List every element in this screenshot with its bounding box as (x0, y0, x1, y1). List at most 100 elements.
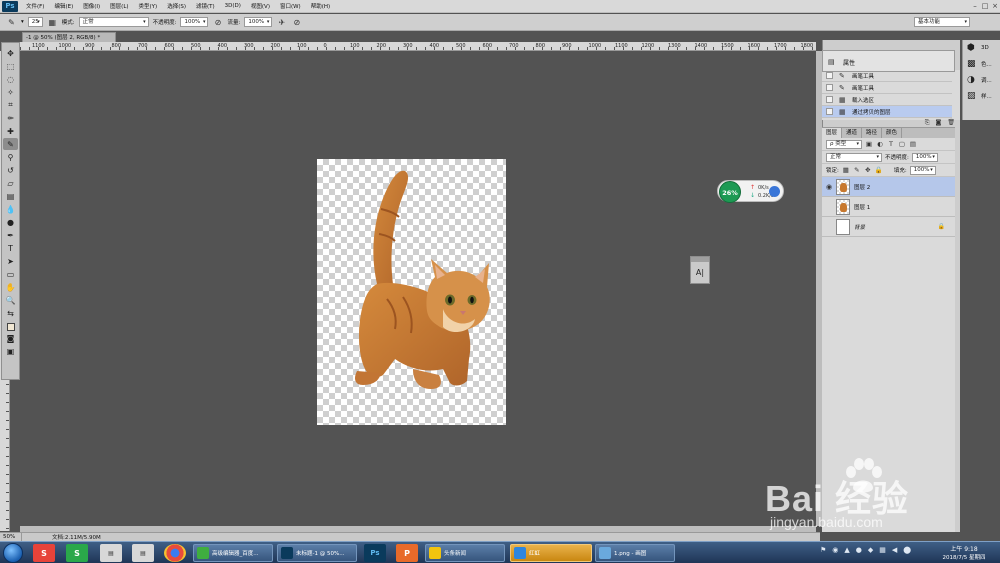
type-filter-icon[interactable]: T (887, 140, 895, 148)
taskbar-task-active[interactable]: 红虹 (510, 544, 592, 562)
menu-select[interactable]: 选择(S) (162, 2, 191, 10)
layer-fill-field[interactable]: 100% (909, 165, 936, 175)
tray-icon[interactable]: ⬤ (903, 546, 911, 554)
dodge-tool-icon[interactable]: ● (3, 216, 18, 228)
maximize-button[interactable]: □ (980, 2, 990, 10)
marquee-tool-icon[interactable]: ⬚ (3, 60, 18, 72)
properties-panel[interactable]: ▤ 属性 (822, 50, 955, 72)
history-brush-tool-icon[interactable]: ↺ (3, 164, 18, 176)
system-clock[interactable]: 上午 9:18 2018/7/5 星期四 (940, 544, 988, 561)
history-item-selected[interactable]: ▦ 通过拷贝的图层 (822, 106, 952, 118)
panel-3d[interactable]: ⬢ 3D (963, 40, 1000, 56)
brush-panel-toggle-icon[interactable]: ▦ (47, 17, 58, 28)
taskbar-task[interactable]: 未标题-1 @ 50%... (277, 544, 357, 562)
menu-edit[interactable]: 编辑(E) (49, 2, 78, 10)
lock-position-icon[interactable]: ✥ (864, 166, 872, 174)
history-item[interactable]: ▦ 载入选区 (822, 94, 952, 106)
screen-mode-icon[interactable]: ▣ (3, 345, 18, 357)
hand-tool-icon[interactable]: ✋ (3, 281, 18, 293)
tab-layers[interactable]: 图层 (822, 128, 843, 138)
path-select-tool-icon[interactable]: ➤ (3, 255, 18, 267)
pinned-wps-icon[interactable]: S (66, 544, 88, 562)
mode-select[interactable]: 正常 (78, 17, 149, 27)
quick-select-tool-icon[interactable]: ✧ (3, 86, 18, 98)
network-icon[interactable]: ▦ (879, 546, 886, 554)
blend-mode-select[interactable]: 正常 (826, 152, 882, 162)
workspace-select[interactable]: 基本功能 (914, 17, 970, 27)
menu-type[interactable]: 类型(Y) (134, 2, 163, 10)
panel-grip[interactable] (691, 257, 709, 262)
tray-icon[interactable]: ◉ (832, 546, 838, 554)
menu-filter[interactable]: 滤镜(T) (191, 2, 220, 10)
move-tool-icon[interactable]: ✥ (3, 47, 18, 59)
menu-file[interactable]: 文件(F) (21, 2, 49, 10)
lock-image-icon[interactable]: ✎ (853, 166, 861, 174)
minimize-button[interactable]: – (970, 2, 980, 10)
pen-tool-icon[interactable]: ✒ (3, 229, 18, 241)
pixel-filter-icon[interactable]: ▣ (865, 140, 873, 148)
menu-image[interactable]: 图像(I) (78, 2, 105, 10)
pinned-photoshop-icon[interactable]: Ps (364, 544, 386, 562)
lasso-tool-icon[interactable]: ◌ (3, 73, 18, 85)
character-panel-collapsed[interactable]: A| (690, 256, 710, 284)
panel-style[interactable]: ▨ 样... (963, 88, 1000, 104)
blur-tool-icon[interactable]: 💧 (3, 203, 18, 215)
menu-3d[interactable]: 3D(D) (220, 3, 246, 9)
start-button[interactable] (3, 543, 23, 563)
shape-tool-icon[interactable]: ▭ (3, 268, 18, 280)
pinned-app-icon-2[interactable]: P (396, 544, 418, 562)
layer-opacity-field[interactable]: 100% (911, 152, 938, 162)
snapshot-camera-icon[interactable]: ◙ (936, 119, 942, 127)
new-document-from-state-icon[interactable]: ⎘ (925, 119, 930, 127)
pressure-opacity-icon[interactable]: ⊘ (212, 17, 223, 28)
history-item[interactable]: ✎ 画笔工具 (822, 82, 952, 94)
tray-icon[interactable]: ● (856, 546, 862, 554)
flow-field[interactable]: 100% (244, 17, 273, 27)
default-colors-icon[interactable]: ⇆ (3, 307, 18, 319)
opacity-field[interactable]: 100% (180, 17, 209, 27)
tray-icon[interactable]: ⚑ (820, 546, 826, 554)
lock-all-icon[interactable]: 🔒 (875, 166, 883, 174)
character-panel-button[interactable]: A| (691, 268, 709, 277)
gradient-tool-icon[interactable]: ▤ (3, 190, 18, 202)
eye-icon[interactable]: ◉ (822, 183, 836, 191)
volume-icon[interactable]: ◀ (892, 546, 897, 554)
tab-color[interactable]: 颜色 (882, 128, 903, 138)
brush-size-picker[interactable]: 25 (27, 17, 43, 27)
pinned-document-icon[interactable]: ▤ (100, 544, 122, 562)
tab-paths[interactable]: 路径 (862, 128, 883, 138)
layer-row-background[interactable]: 背景 🔒 (822, 217, 955, 237)
brush-tool-preset-icon[interactable]: ✎ (6, 17, 17, 28)
quick-mask-icon[interactable]: ◙ (3, 332, 18, 344)
panel-color[interactable]: ▩ 色... (963, 56, 1000, 72)
taskbar-task[interactable]: 头条新闻 (425, 544, 505, 562)
shape-filter-icon[interactable]: ▢ (898, 140, 906, 148)
zoom-tool-icon[interactable]: 🔍 (3, 294, 18, 306)
pressure-size-icon[interactable]: ⊘ (291, 17, 302, 28)
tab-channels[interactable]: 通道 (842, 128, 863, 138)
menu-help[interactable]: 帮助(H) (306, 2, 335, 10)
pinned-app-icon[interactable]: S (33, 544, 55, 562)
tray-icon[interactable]: ▲ (844, 546, 849, 554)
document-canvas[interactable] (317, 159, 506, 425)
accelerator-icon[interactable] (769, 186, 780, 197)
close-button[interactable]: × (990, 2, 1000, 10)
document-tab[interactable]: -1 @ 50% (图层 2, RGB/8) * (22, 32, 116, 42)
chrome-icon[interactable] (164, 544, 186, 562)
lock-transparent-icon[interactable]: ▦ (842, 166, 850, 174)
vertical-scrollbar[interactable] (816, 51, 822, 526)
smart-object-filter-icon[interactable]: ▤ (909, 140, 917, 148)
menu-view[interactable]: 视图(V) (246, 2, 275, 10)
tray-icon[interactable]: ◆ (868, 546, 873, 554)
healing-brush-tool-icon[interactable]: ✚ (3, 125, 18, 137)
network-speed-widget[interactable]: 26% ↑ 0K/s ↓ 0.2K/s (717, 180, 784, 203)
layer-row[interactable]: 图层 1 (822, 197, 955, 217)
foreground-color-swatch[interactable] (6, 323, 15, 331)
crop-tool-icon[interactable]: ⌗ (3, 99, 18, 111)
trash-icon[interactable]: 🗑 (947, 119, 955, 127)
eyedropper-tool-icon[interactable]: ⤂ (3, 112, 18, 124)
menu-window[interactable]: 窗口(W) (275, 2, 306, 10)
taskbar-task[interactable]: 1.png - 画图 (595, 544, 675, 562)
layer-filter-select[interactable]: ρ 类型 (826, 139, 862, 149)
brush-tool-icon[interactable]: ✎ (3, 138, 18, 150)
